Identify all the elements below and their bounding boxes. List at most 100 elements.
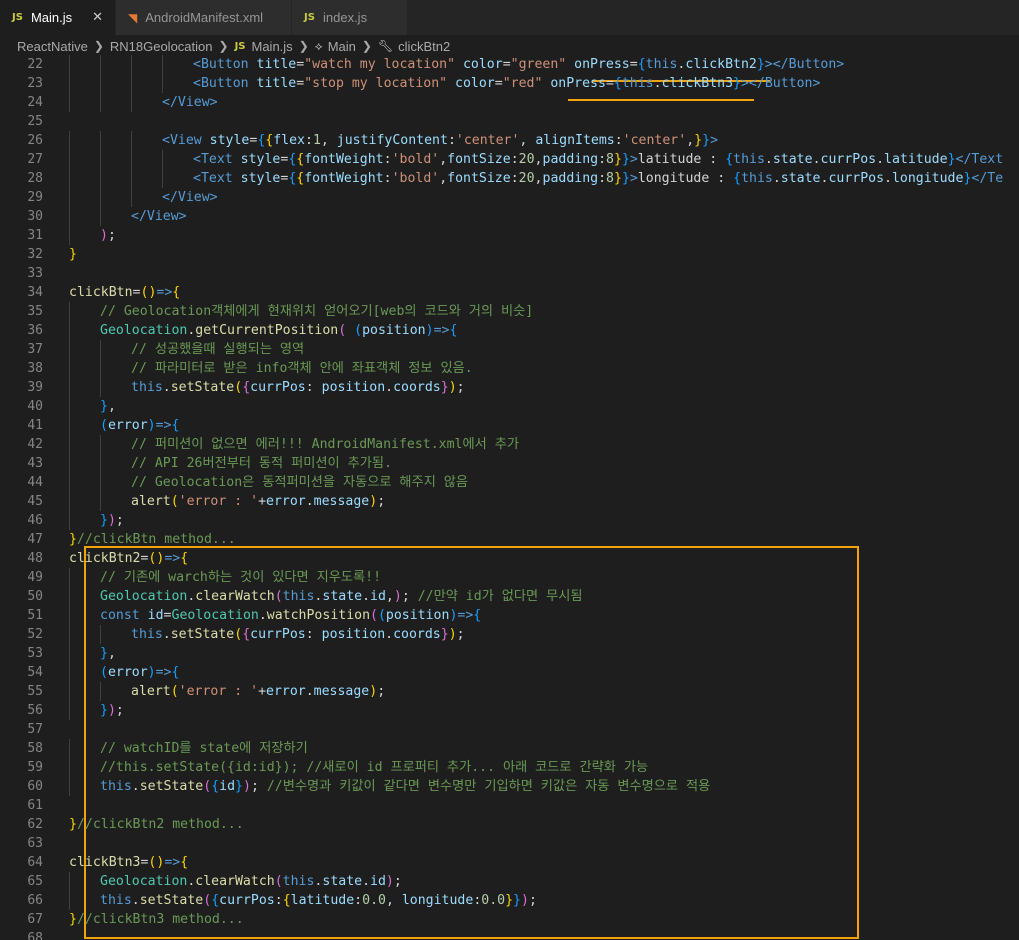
indent-guide [69, 397, 70, 416]
code-line[interactable]: 51 const id=Geolocation.watchPosition((po… [0, 606, 1019, 625]
code-text: }//clickBtn3 method... [69, 912, 244, 927]
code-text: // 성공했을때 실행되는 영역 [131, 342, 305, 357]
code-text: // watchID를 state에 저장하기 [100, 741, 308, 756]
code-line[interactable]: 50 Geolocation.clearWatch(this.state.id,)… [0, 587, 1019, 606]
line-number: 54 [27, 665, 43, 680]
code-text: (error)=>{ [100, 418, 180, 433]
line-number: 45 [27, 494, 43, 509]
line-number: 49 [27, 570, 43, 585]
breadcrumb-item-folder[interactable]: ReactNative [17, 39, 88, 54]
code-line[interactable]: 42 // 퍼미션이 없으면 에러!!! AndroidManifest.xml에… [0, 435, 1019, 454]
code-line[interactable]: 37 // 성공했을때 실행되는 영역 [0, 340, 1019, 359]
code-text: }); [100, 703, 124, 718]
line-number: 29 [27, 190, 43, 205]
code-line[interactable]: 34 clickBtn=()=>{ [0, 283, 1019, 302]
code-line[interactable]: 45 alert('error : '+error.message); [0, 492, 1019, 511]
line-number: 62 [27, 817, 43, 832]
tab-main-js[interactable]: JS Main.js ✕ [0, 0, 117, 35]
code-line[interactable]: 30 </View> [0, 207, 1019, 226]
indent-guide [100, 454, 101, 473]
code-text: this.setState({currPos:{latitude:0.0, lo… [100, 893, 537, 908]
code-line[interactable]: 46}); [0, 511, 1019, 530]
code-line[interactable]: 53}, [0, 644, 1019, 663]
indent-guide [100, 682, 101, 701]
code-line[interactable]: 27 <Text style={{fontWeight:'bold',fontSi… [0, 150, 1019, 169]
code-editor[interactable]: 22 <Button title="watch my location" colo… [0, 54, 1019, 940]
code-line[interactable]: 41 (error)=>{ [0, 416, 1019, 435]
code-line[interactable]: 66 this.setState({currPos:{latitude:0.0, … [0, 891, 1019, 910]
code-line[interactable]: 54 (error)=>{ [0, 663, 1019, 682]
code-line[interactable]: 63 [0, 834, 1019, 853]
js-file-icon: JS [234, 40, 246, 52]
breadcrumb-item-class[interactable]: Main [328, 39, 356, 54]
code-line[interactable]: 65 Geolocation.clearWatch(this.state.id); [0, 872, 1019, 891]
code-line[interactable]: 23 <Button title="stop my location" color… [0, 74, 1019, 93]
indent-guide [69, 226, 70, 245]
code-line[interactable]: 33 [0, 264, 1019, 283]
code-line[interactable]: 55 alert('error : '+error.message); [0, 682, 1019, 701]
code-line[interactable]: 25 [0, 112, 1019, 131]
code-line[interactable]: 28 <Text style={{fontWeight:'bold',fontSi… [0, 169, 1019, 188]
indent-guide [69, 568, 70, 587]
line-number: 30 [27, 209, 43, 224]
code-line[interactable]: 32} [0, 245, 1019, 264]
tab-index-js[interactable]: JS index.js [292, 0, 409, 35]
code-line[interactable]: 38 // 파라미터로 받은 info객체 안에 좌표객체 정보 있음. [0, 359, 1019, 378]
code-text: </View> [131, 209, 187, 224]
code-line[interactable]: 48 clickBtn2=()=>{ [0, 549, 1019, 568]
code-line[interactable]: 26 <View style={{flex:1, justifyContent:'… [0, 131, 1019, 150]
line-number: 34 [27, 285, 43, 300]
code-line[interactable]: 39 this.setState({currPos: position.coord… [0, 378, 1019, 397]
code-text: this.setState({currPos: position.coords}… [131, 627, 465, 642]
code-line[interactable]: 67}//clickBtn3 method... [0, 910, 1019, 929]
code-line[interactable]: 31); [0, 226, 1019, 245]
code-text: // 퍼미션이 없으면 에러!!! AndroidManifest.xml에서 … [131, 437, 519, 452]
line-number: 61 [27, 798, 43, 813]
breadcrumb-item-file[interactable]: Main.js [252, 39, 293, 54]
indent-guide [100, 74, 101, 93]
code-line[interactable]: 68 [0, 929, 1019, 940]
indent-guide [162, 55, 163, 74]
line-number: 44 [27, 475, 43, 490]
code-line[interactable]: 62}//clickBtn2 method... [0, 815, 1019, 834]
code-line[interactable]: 58 // watchID를 state에 저장하기 [0, 739, 1019, 758]
code-text: <Text style={{fontWeight:'bold',fontSize… [193, 171, 1004, 186]
code-line[interactable]: 35 // Geolocation객체에게 현재위치 얻어오기[web의 코드와 … [0, 302, 1019, 321]
code-line[interactable]: 29 </View> [0, 188, 1019, 207]
close-icon[interactable]: ✕ [92, 10, 103, 25]
indent-guide [100, 55, 101, 74]
code-line[interactable]: 52 this.setState({currPos: position.coord… [0, 625, 1019, 644]
code-text: // Geolocation은 동적퍼미션을 자동으로 해주지 않음 [131, 475, 469, 490]
line-number: 41 [27, 418, 43, 433]
code-line[interactable]: 24 </View> [0, 93, 1019, 112]
indent-guide [69, 131, 70, 150]
code-line[interactable]: 40}, [0, 397, 1019, 416]
code-line[interactable]: 59 //this.setState({id:id}); //새로이 id 프로퍼… [0, 758, 1019, 777]
line-number: 39 [27, 380, 43, 395]
code-line[interactable]: 22 <Button title="watch my location" colo… [0, 55, 1019, 74]
code-line[interactable]: 61 [0, 796, 1019, 815]
breadcrumb-item-folder[interactable]: RN18Geolocation [110, 39, 213, 54]
tab-android-manifest[interactable]: ◥ AndroidManifest.xml [116, 0, 293, 35]
code-line[interactable]: 47}//clickBtn method... [0, 530, 1019, 549]
code-line[interactable]: 57 [0, 720, 1019, 739]
code-line[interactable]: 44 // Geolocation은 동적퍼미션을 자동으로 해주지 않음 [0, 473, 1019, 492]
code-line[interactable]: 56}); [0, 701, 1019, 720]
code-line[interactable]: 64 clickBtn3=()=>{ [0, 853, 1019, 872]
code-line[interactable]: 49 // 기존에 warch하는 것이 있다면 지우도록!! [0, 568, 1019, 587]
line-number: 53 [27, 646, 43, 661]
breadcrumb-item-method[interactable]: clickBtn2 [398, 39, 450, 54]
code-text: this.setState({currPos: position.coords}… [131, 380, 465, 395]
code-text: // 기존에 warch하는 것이 있다면 지우도록!! [100, 570, 382, 585]
indent-guide [69, 644, 70, 663]
line-number: 52 [27, 627, 43, 642]
code-line[interactable]: 60 this.setState({id}); //변수명과 키값이 같다면 변수… [0, 777, 1019, 796]
indent-guide [69, 701, 70, 720]
indent-guide [131, 74, 132, 93]
code-line[interactable]: 43 // API 26버전부터 동적 퍼미션이 추가됨. [0, 454, 1019, 473]
indent-guide [69, 302, 70, 321]
code-text: //this.setState({id:id}); //새로이 id 프로퍼티 … [100, 760, 649, 775]
indent-guide [100, 340, 101, 359]
indent-guide [69, 682, 70, 701]
code-line[interactable]: 36 Geolocation.getCurrentPosition( (posit… [0, 321, 1019, 340]
